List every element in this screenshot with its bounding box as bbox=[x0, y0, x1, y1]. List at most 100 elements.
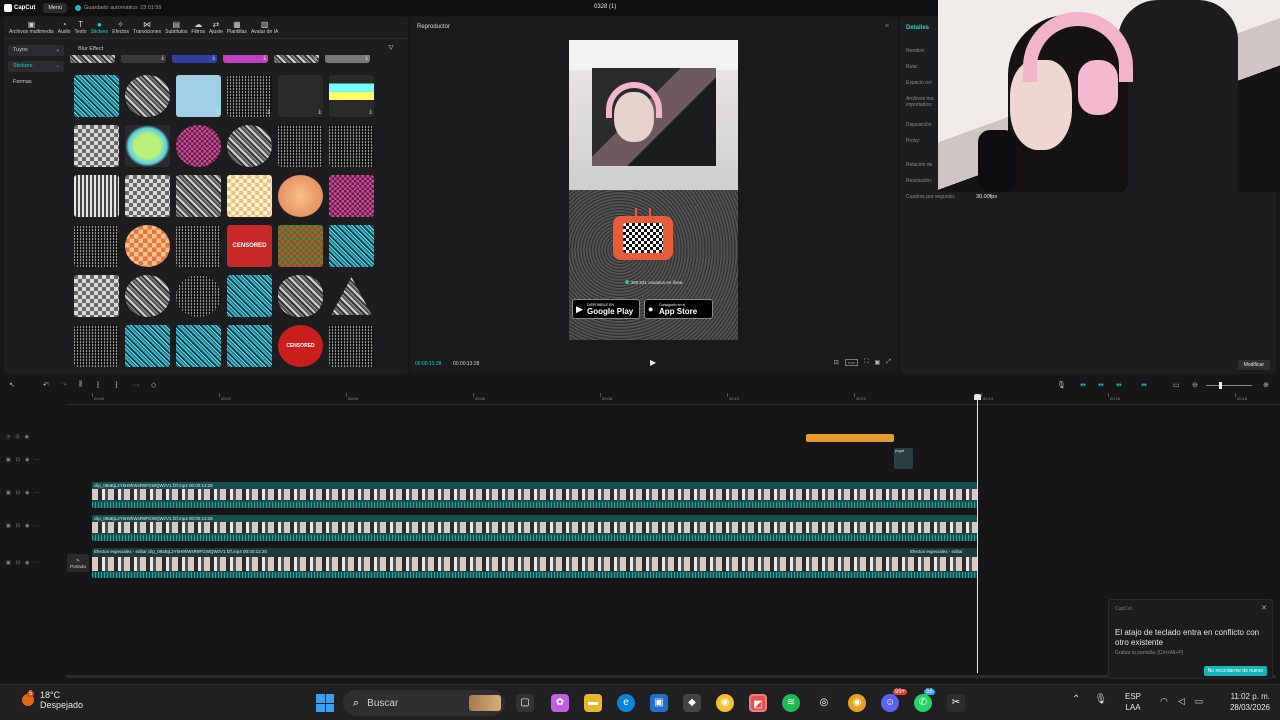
video-preview[interactable]: 389.931 usuarios en línea ▶ DISPONIBLE EN… bbox=[569, 40, 738, 340]
eye-icon[interactable]: ◉ bbox=[25, 560, 29, 566]
eye-icon[interactable]: ◉ bbox=[25, 434, 29, 440]
capcut-taskbar-icon[interactable]: ◩ bbox=[749, 694, 767, 712]
tab-captions[interactable]: ▤ Subtítulos bbox=[163, 17, 189, 35]
tab-audio[interactable]: ◔ Audio bbox=[56, 17, 73, 35]
close-icon[interactable]: ✕ bbox=[1261, 604, 1267, 612]
zoom-fit-icon[interactable]: ⛶ bbox=[864, 359, 868, 366]
sticker-item[interactable] bbox=[331, 277, 372, 315]
microphone-tray-icon[interactable]: 🎙 bbox=[1094, 694, 1107, 705]
sticker-item[interactable] bbox=[329, 175, 374, 217]
sticker-item[interactable] bbox=[176, 275, 221, 317]
video-clip[interactable]: clip_09aBjL2YkH9hWsR9FGWQWzV1.f2f.mp4 00… bbox=[92, 482, 977, 508]
sticker-item[interactable] bbox=[176, 225, 221, 267]
category-tuyos[interactable]: Tuyos ⌄ bbox=[8, 45, 64, 56]
eye-icon[interactable]: ◉ bbox=[25, 523, 29, 529]
sticker-item[interactable] bbox=[125, 175, 170, 217]
whatsapp-icon[interactable]: ✆ bbox=[914, 694, 932, 712]
playhead-handle[interactable] bbox=[974, 394, 981, 400]
sticker-item[interactable]: ⤓ bbox=[121, 55, 166, 63]
sticker-item[interactable]: ⤓ bbox=[125, 225, 170, 267]
capcut-pinned-icon[interactable]: ✂ bbox=[947, 694, 965, 712]
fullscreen-icon[interactable]: ⤢ bbox=[886, 359, 891, 366]
obs-icon[interactable]: ◎ bbox=[815, 694, 833, 712]
taskbar-search[interactable]: ⌕ Buscar bbox=[343, 690, 505, 716]
delete-icon[interactable]: ▭ bbox=[133, 381, 140, 389]
category-formas[interactable]: Formas bbox=[8, 77, 64, 88]
play-button[interactable]: ▶ bbox=[650, 358, 656, 367]
sticker-item[interactable] bbox=[329, 125, 374, 167]
sticker-item[interactable]: ⤓ bbox=[274, 55, 319, 63]
sticker-item[interactable] bbox=[125, 325, 170, 367]
sticker-item[interactable]: ⤓ bbox=[176, 75, 221, 117]
sticker-item[interactable]: ⤓ bbox=[227, 75, 272, 117]
microphone-icon[interactable]: 🎙 bbox=[1057, 381, 1066, 389]
image-clip[interactable]: pngwi bbox=[894, 448, 913, 469]
main-video-clip[interactable]: Efectos especiales - editar clip_09aBjL2… bbox=[92, 548, 977, 578]
sticker-item[interactable]: ⤓ bbox=[227, 125, 272, 167]
sticker-censored[interactable]: CENSORED bbox=[227, 225, 272, 267]
lock-icon[interactable]: ⊡ bbox=[15, 434, 19, 440]
tab-filters[interactable]: ☁ Filtros bbox=[189, 17, 207, 35]
sticker-item[interactable] bbox=[278, 125, 323, 167]
sticker-item[interactable] bbox=[329, 225, 374, 267]
tab-ai-avatar[interactable]: ▧ Avatar de IA bbox=[249, 17, 280, 35]
battery-icon[interactable]: ▭ bbox=[1195, 696, 1204, 707]
lock-icon[interactable]: ⊡ bbox=[16, 457, 20, 463]
spotify-icon[interactable]: ≋ bbox=[782, 694, 800, 712]
volume-icon[interactable]: ◁ bbox=[1178, 696, 1185, 707]
edge-icon[interactable]: e bbox=[617, 694, 635, 712]
tab-effects[interactable]: ✧ Efectos bbox=[110, 17, 131, 35]
windows-start-button[interactable] bbox=[316, 694, 334, 712]
more-icon[interactable]: ⋯ bbox=[34, 457, 39, 463]
sticker-item[interactable]: ⤓ bbox=[329, 75, 374, 117]
redo-icon[interactable]: ↷ bbox=[61, 381, 67, 389]
clock[interactable]: 11:02 p. m. 28/03/2026 bbox=[1218, 691, 1270, 713]
select-tool-icon[interactable]: ↖ bbox=[9, 381, 15, 389]
tab-details[interactable]: Detalles bbox=[906, 25, 929, 31]
chevron-up-icon[interactable]: ⌃ bbox=[1072, 694, 1080, 705]
sticker-item[interactable]: ⤓ bbox=[227, 175, 272, 217]
tab-media[interactable]: ▣ Archivos multimedia bbox=[7, 17, 56, 35]
sticker-item[interactable] bbox=[329, 325, 374, 367]
sticker-item[interactable] bbox=[176, 125, 221, 167]
more-icon[interactable]: ⋯ bbox=[34, 523, 39, 529]
discord-icon[interactable]: ☺ bbox=[881, 694, 899, 712]
sticker-item[interactable] bbox=[74, 75, 119, 117]
cover-button[interactable]: ✎ Portada bbox=[67, 554, 89, 572]
playhead[interactable] bbox=[974, 394, 981, 673]
more-icon[interactable]: ⋯ bbox=[34, 490, 39, 496]
tab-templates[interactable]: ▦ Plantillas bbox=[225, 17, 249, 35]
link-icon[interactable]: ⇹ bbox=[1080, 381, 1086, 389]
task-view-icon[interactable]: ▢ bbox=[516, 694, 534, 712]
time-ruler[interactable]: 00:00 00:02 00:04 00:06 00:08 00:10 00:12 00:14… bbox=[66, 393, 1280, 405]
more-icon[interactable]: ⋯ bbox=[34, 560, 39, 566]
sticker-item[interactable] bbox=[227, 325, 272, 367]
text-clip[interactable] bbox=[806, 434, 894, 442]
chrome-icon[interactable]: ◉ bbox=[716, 694, 734, 712]
category-stickers[interactable]: Stickers ⌄ bbox=[8, 61, 64, 72]
lock-icon[interactable]: ⊡ bbox=[16, 490, 20, 496]
marker-icon[interactable]: ◇ bbox=[151, 381, 156, 389]
timeline-scrollbar[interactable] bbox=[66, 675, 1276, 678]
unity-icon[interactable]: ◆ bbox=[683, 694, 701, 712]
zoom-slider[interactable] bbox=[1206, 385, 1252, 386]
undo-icon[interactable]: ↶ bbox=[43, 381, 49, 389]
sticker-item[interactable] bbox=[278, 225, 323, 267]
sticker-item[interactable]: ⤓ bbox=[325, 55, 370, 63]
zoom-slider-handle[interactable] bbox=[1219, 382, 1222, 389]
zoom-out-icon[interactable]: ⊖ bbox=[1192, 381, 1198, 389]
sticker-item[interactable]: ⤓ bbox=[278, 275, 323, 317]
sticker-item[interactable] bbox=[74, 275, 119, 317]
copilot-icon[interactable]: ✿ bbox=[551, 694, 569, 712]
magnet-icon[interactable]: ⇹ bbox=[1098, 381, 1104, 389]
menu-button[interactable]: Menú bbox=[43, 3, 68, 13]
sticker-item[interactable] bbox=[74, 325, 119, 367]
split-right-icon[interactable]: ⁆ bbox=[115, 381, 118, 389]
sticker-item[interactable]: ⤓ bbox=[70, 55, 115, 63]
caption-icon[interactable]: ▭ bbox=[1173, 381, 1180, 389]
eye-icon[interactable]: ◉ bbox=[25, 457, 29, 463]
weather-widget[interactable]: 5 18°C Despejado bbox=[22, 690, 83, 710]
menu-icon[interactable]: ≡ bbox=[885, 23, 889, 30]
split-icon[interactable]: ⫼ bbox=[79, 381, 82, 389]
snap-icon[interactable]: ⇹ bbox=[1116, 381, 1122, 389]
